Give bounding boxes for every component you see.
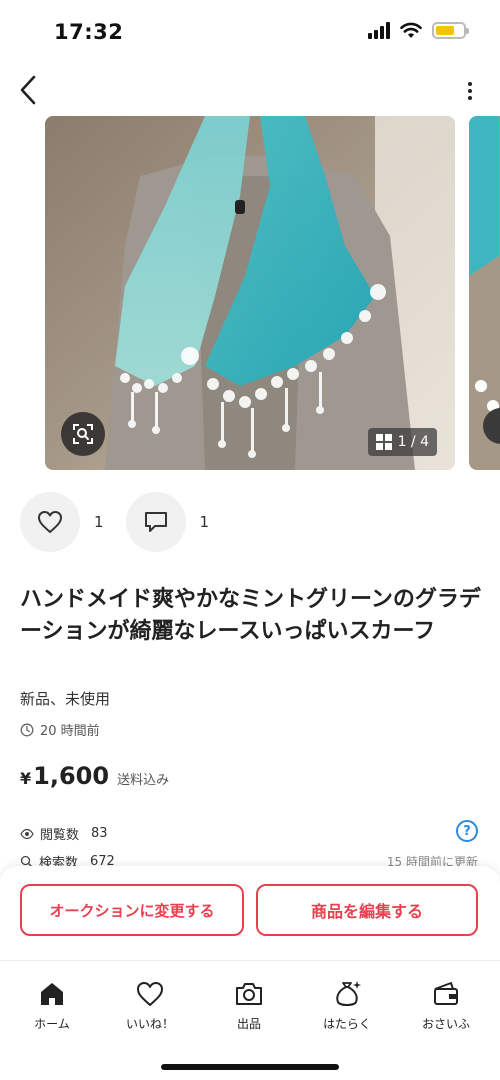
- tab-sell-label: 出品: [236, 1017, 261, 1031]
- photo-carousel[interactable]: 1 / 4: [0, 116, 500, 470]
- more-options-button[interactable]: [460, 76, 480, 106]
- shipping-label: 送料込み: [117, 773, 170, 788]
- tab-likes[interactable]: いいね！: [105, 979, 195, 1032]
- comment-icon: [144, 512, 167, 532]
- grid-icon: [375, 434, 392, 450]
- views-stat: 閲覧数 83: [20, 824, 108, 843]
- price-currency: ¥: [20, 769, 32, 788]
- camera-icon: [234, 979, 264, 1009]
- eye-icon: [20, 828, 34, 839]
- reactions-row: 1 1: [20, 492, 231, 552]
- action-sheet: オークションに変更する 商品を編集する: [0, 866, 500, 960]
- posted-time: 20 時間前: [20, 720, 100, 739]
- price-value: 1,600: [33, 762, 110, 790]
- heart-icon: [135, 979, 165, 1009]
- cellular-signal-icon: [368, 22, 390, 39]
- tab-wallet[interactable]: おさいふ: [401, 979, 491, 1032]
- photo-counter[interactable]: 1 / 4: [367, 428, 437, 456]
- comment-count: 1: [199, 513, 210, 531]
- lens-search-icon: [73, 424, 93, 444]
- comment-button[interactable]: [125, 492, 186, 552]
- item-condition: 新品、未使用: [20, 690, 111, 708]
- change-to-auction-button[interactable]: オークションに変更する: [20, 884, 244, 936]
- views-value: 83: [91, 826, 108, 841]
- image-search-button[interactable]: [61, 412, 105, 456]
- tab-sell[interactable]: 出品: [204, 979, 294, 1032]
- money-bag-icon: [332, 979, 362, 1009]
- wallet-icon: [431, 979, 461, 1009]
- product-photo[interactable]: 1 / 4: [45, 116, 455, 470]
- help-icon[interactable]: ?: [456, 820, 478, 842]
- photo-counter-text: 1 / 4: [397, 434, 429, 450]
- item-title: ハンドメイド爽やかなミントグリーンのグラデーションが綺麗なレースいっぱいスカーフ: [20, 587, 481, 644]
- like-count: 1: [94, 513, 104, 531]
- clock-icon: [20, 723, 34, 736]
- status-time: 17:32: [54, 20, 124, 44]
- scarf-photo-image: [45, 116, 455, 470]
- tab-likes-label: いいね！: [125, 1017, 174, 1031]
- chevron-left-icon: [20, 75, 36, 105]
- views-label: 閲覧数: [40, 828, 80, 843]
- like-button[interactable]: [20, 492, 80, 552]
- home-indicator: [161, 1064, 339, 1070]
- next-photo-image: [469, 116, 500, 470]
- next-photo-preview[interactable]: [469, 116, 500, 470]
- tab-work-label: はたらく: [323, 1017, 371, 1031]
- tab-home[interactable]: ホーム: [7, 979, 97, 1032]
- tab-work[interactable]: はたらく: [302, 979, 392, 1032]
- wifi-icon: [400, 22, 422, 38]
- price-row: ¥1,600 送料込み: [20, 762, 169, 790]
- price: ¥1,600: [20, 762, 109, 790]
- back-button[interactable]: [12, 72, 44, 108]
- nav-bar: [0, 68, 500, 112]
- battery-icon: [432, 22, 469, 39]
- edit-item-button[interactable]: 商品を編集する: [256, 884, 478, 936]
- home-icon: [37, 979, 67, 1009]
- status-icons: [368, 22, 469, 39]
- heart-icon: [38, 511, 62, 533]
- posted-time-text: 20 時間前: [40, 724, 100, 739]
- tab-bar: ホーム いいね！ 出品 はたらく おさいふ: [0, 960, 500, 1080]
- status-bar: 17:32: [0, 0, 500, 62]
- tab-home-label: ホーム: [34, 1017, 70, 1031]
- tab-wallet-label: おさいふ: [421, 1017, 470, 1031]
